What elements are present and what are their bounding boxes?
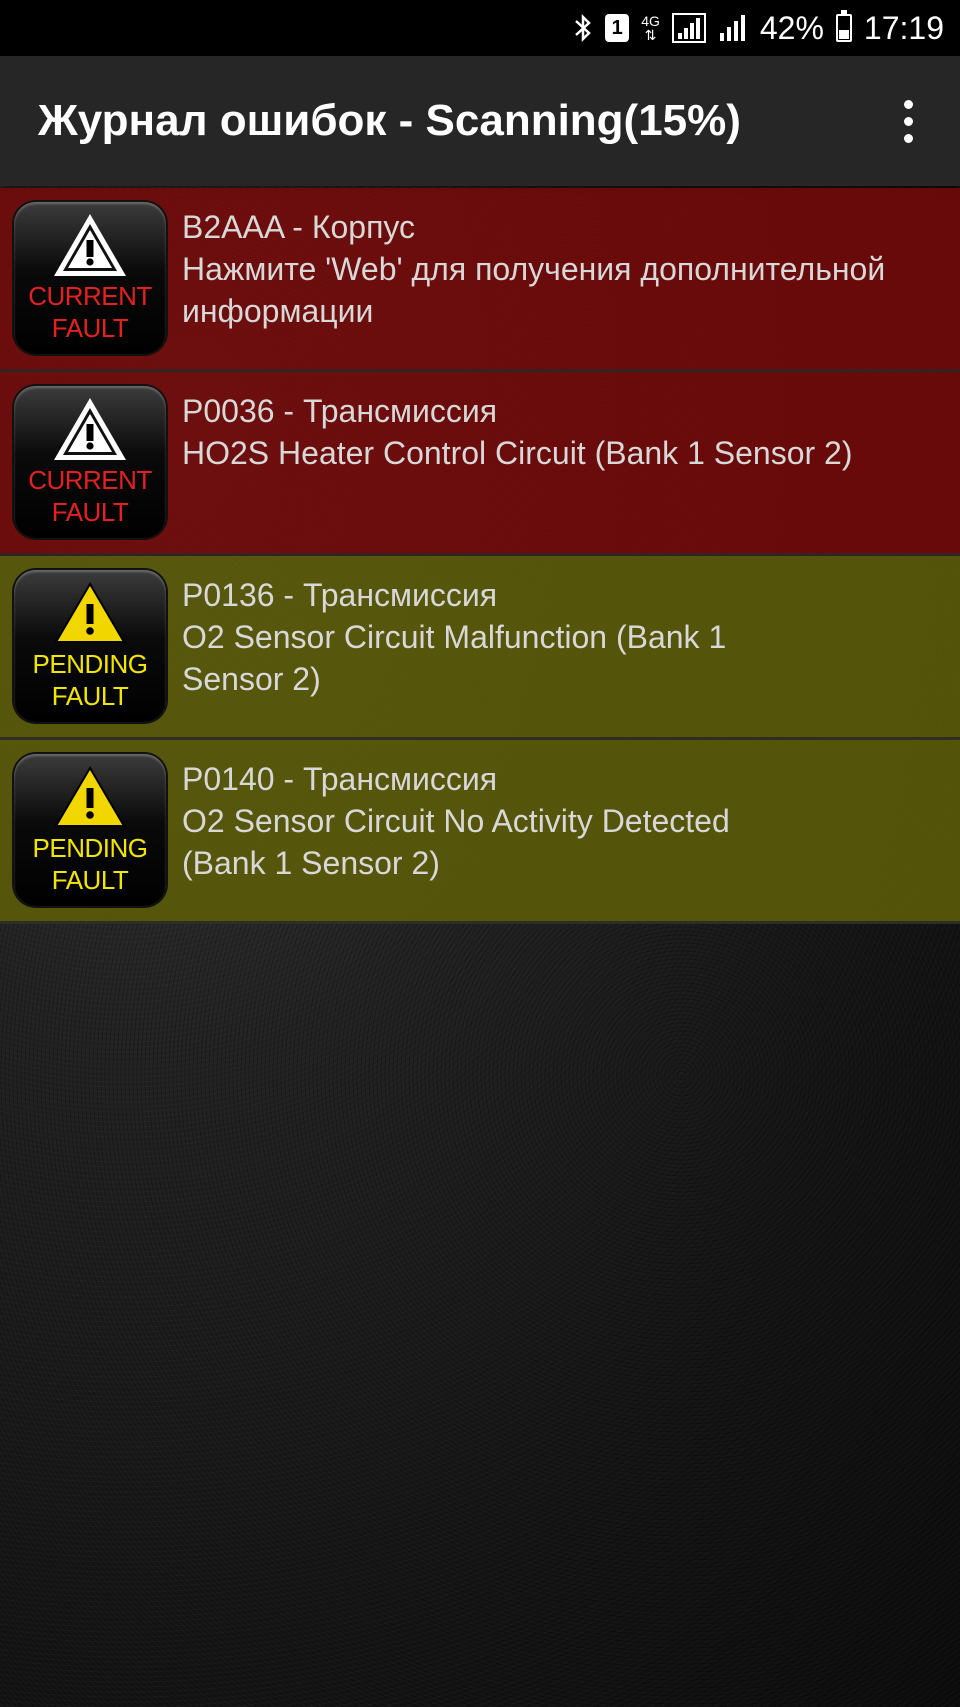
badge-label: FAULT [51, 497, 129, 527]
fault-code: P0036 - Трансмиссия [182, 393, 498, 429]
badge-label: FAULT [51, 681, 129, 711]
more-options-button[interactable] [888, 91, 928, 151]
fault-description: Нажмите 'Web' для получения дополнительн… [182, 251, 886, 329]
fault-row[interactable]: PENDING FAULT P0140 - Трансмиссия O2 Sen… [0, 740, 960, 924]
sim-label: 1 [605, 14, 630, 42]
status-bar: 1 4G ⇅ 42% 17:19 [0, 0, 960, 56]
fault-description: O2 Sensor Circuit Malfunction (Bank 1 Se… [182, 619, 727, 697]
clock: 17:19 [863, 9, 944, 46]
warning-triangle-icon [54, 214, 126, 276]
app-bar: Журнал ошибок - Scanning(15%) [0, 56, 960, 186]
fault-row[interactable]: PENDING FAULT P0136 - Трансмиссия O2 Sen… [0, 556, 960, 740]
current-fault-badge: CURRENT FAULT [14, 386, 166, 538]
network-label: 4G [641, 13, 660, 29]
fault-code: P0136 - Трансмиссия [182, 577, 498, 613]
fault-code: B2AAA - Корпус [182, 209, 416, 245]
fault-row[interactable]: CURRENT FAULT B2AAA - Корпус Нажмите 'We… [0, 188, 960, 372]
fault-text: P0036 - Трансмиссия HO2S Heater Control … [182, 372, 942, 474]
badge-label: PENDING [32, 649, 148, 679]
signal-strength-icon [671, 13, 706, 43]
badge-label: CURRENT [28, 465, 152, 495]
warning-triangle-icon [54, 582, 126, 643]
sim-icon: 1 [605, 14, 630, 42]
network-type: 4G ⇅ [641, 14, 660, 42]
fault-description: HO2S Heater Control Circuit (Bank 1 Sens… [182, 435, 853, 471]
fault-text: P0140 - Трансмиссия O2 Sensor Circuit No… [182, 740, 802, 884]
fault-description: O2 Sensor Circuit No Activity Detected (… [182, 803, 730, 881]
signal-strength-2-icon [718, 13, 748, 43]
pending-fault-badge: PENDING FAULT [14, 570, 166, 722]
fault-row[interactable]: CURRENT FAULT P0036 - Трансмиссия HO2S H… [0, 372, 960, 556]
fault-text: B2AAA - Корпус Нажмите 'Web' для получен… [182, 188, 942, 332]
warning-triangle-icon [54, 398, 126, 460]
more-vertical-icon [903, 96, 913, 147]
data-arrows-icon: ⇅ [644, 27, 657, 43]
badge-label: FAULT [51, 313, 129, 343]
badge-label: CURRENT [28, 281, 152, 311]
current-fault-badge: CURRENT FAULT [14, 202, 166, 354]
battery-percent: 42% [759, 9, 824, 46]
warning-triangle-icon [54, 766, 126, 827]
page-title: Журнал ошибок - Scanning(15%) [38, 96, 741, 145]
fault-text: P0136 - Трансмиссия O2 Sensor Circuit Ma… [182, 556, 762, 700]
fault-list: CURRENT FAULT B2AAA - Корпус Нажмите 'We… [0, 188, 960, 924]
pending-fault-badge: PENDING FAULT [14, 754, 166, 906]
badge-label: FAULT [51, 865, 129, 895]
bluetooth-icon [573, 13, 593, 43]
battery-fill [838, 29, 849, 39]
fault-code: P0140 - Трансмиссия [182, 761, 498, 797]
badge-label: PENDING [32, 833, 148, 863]
battery-icon [835, 10, 852, 42]
